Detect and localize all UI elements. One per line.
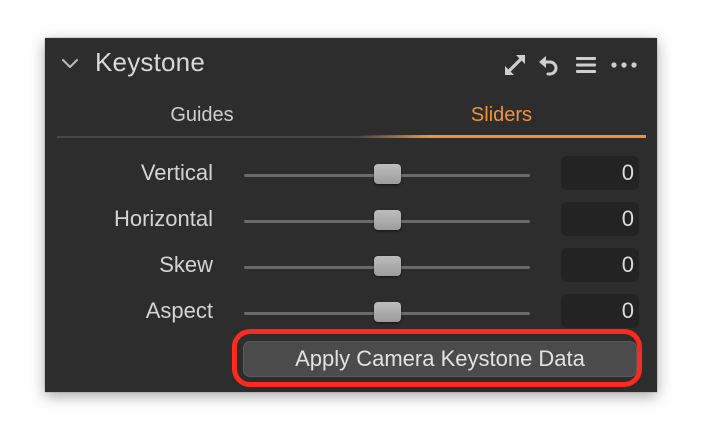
- panel-title: Keystone: [95, 47, 206, 77]
- slider-row-horizontal: Horizontal 0: [45, 202, 657, 238]
- panel-header: Keystone: [45, 38, 657, 90]
- expand-arrows-icon[interactable]: [503, 53, 527, 77]
- slider-label: Vertical: [140, 160, 213, 185]
- chevron-down-icon[interactable]: [61, 55, 79, 73]
- tab-bar: Guides Sliders: [57, 100, 646, 138]
- tab-guides[interactable]: Guides: [57, 100, 347, 136]
- menu-icon[interactable]: [574, 53, 598, 77]
- slider-thumb[interactable]: [373, 164, 401, 184]
- value-field[interactable]: 0: [561, 248, 639, 282]
- more-icon[interactable]: [610, 53, 638, 77]
- slider-row-skew: Skew 0: [45, 248, 657, 284]
- value-field[interactable]: 0: [561, 156, 639, 190]
- tab-sliders[interactable]: Sliders: [357, 100, 646, 136]
- slider-row-vertical: Vertical 0: [45, 156, 657, 192]
- slider-row-aspect: Aspect 0: [45, 294, 657, 330]
- apply-camera-keystone-button[interactable]: Apply Camera Keystone Data: [243, 341, 637, 377]
- slider-thumb[interactable]: [373, 256, 401, 276]
- reset-icon[interactable]: [537, 53, 561, 77]
- value-field[interactable]: 0: [561, 294, 639, 328]
- value-field[interactable]: 0: [561, 202, 639, 236]
- slider-thumb[interactable]: [373, 210, 401, 230]
- slider-label: Skew: [159, 252, 213, 277]
- active-tab-indicator: [357, 135, 646, 138]
- keystone-panel: Keystone Guides Sliders Vertical 0 Horiz…: [45, 38, 657, 392]
- slider-label: Aspect: [145, 298, 213, 323]
- slider-thumb[interactable]: [373, 302, 401, 322]
- slider-label: Horizontal: [113, 206, 213, 231]
